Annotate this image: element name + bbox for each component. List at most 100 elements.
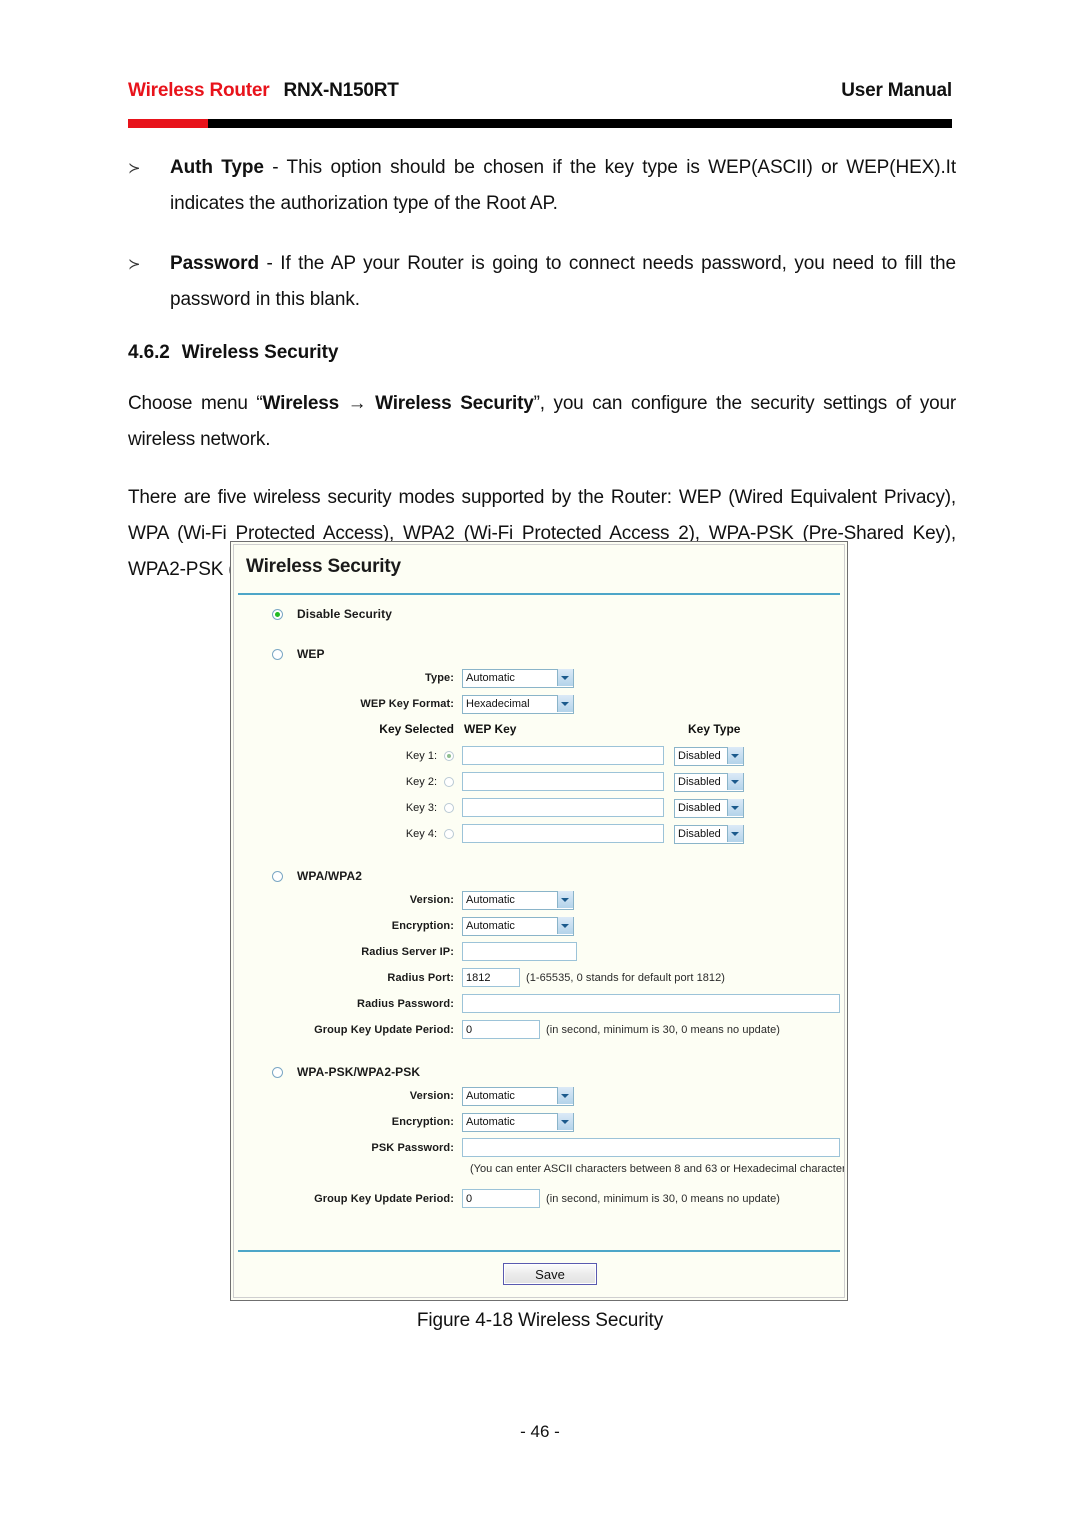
save-button[interactable]: Save (503, 1263, 597, 1285)
mode-row-wep[interactable]: WEP (234, 647, 844, 661)
section-heading: 4.6.2 Wireless Security (128, 342, 956, 364)
wep-key-row: Key 2: Disabled (234, 771, 844, 792)
header-doc-type: User Manual (841, 80, 952, 101)
field-row-radius-port: Radius Port: (1-65535, 0 stands for defa… (234, 967, 844, 988)
section-number: 4.6.2 (128, 342, 170, 363)
radio-cell-key-3[interactable] (444, 802, 462, 813)
save-button-area: Save (234, 1252, 844, 1297)
field-row-psk-version: Version: Automatic (234, 1085, 844, 1106)
mode-label-wpa: WPA/WPA2 (297, 869, 363, 883)
radio-key-3[interactable] (444, 802, 454, 813)
bullet-auth-type-text: Auth Type - This option should be chosen… (170, 150, 956, 222)
label-radius-port: Radius Port: (387, 971, 454, 984)
label-radius-server-ip: Radius Server IP: (361, 945, 454, 958)
router-ui-body: Disable Security WEP Type: Automatic WEP… (234, 595, 844, 1250)
radio-cell-key-1[interactable] (444, 750, 462, 761)
radio-wpa[interactable] (272, 870, 283, 882)
select-wpa-version[interactable]: Automatic (462, 890, 574, 910)
header-brand: Wireless Router (128, 80, 270, 101)
radio-key-4[interactable] (444, 828, 454, 839)
bullet-marker-icon: ≻ (128, 159, 141, 177)
select-wrap-key-type-4[interactable]: Disabled (674, 824, 744, 844)
bullet-password-text: Password - If the AP your Router is goin… (170, 246, 956, 318)
hint-radius-port: (1-65535, 0 stands for default port 1812… (526, 971, 725, 984)
bullet-auth-type: ≻ Auth Type - This option should be chos… (128, 150, 956, 222)
label-wep-type: Type: (424, 671, 454, 684)
label-psk-encryption: Encryption: (391, 1115, 454, 1128)
hint-wpa-group-key-update-period: (in second, minimum is 30, 0 means no up… (546, 1023, 780, 1036)
input-wep-key-1[interactable] (462, 746, 664, 766)
label-wpa-encryption: Encryption: (391, 919, 454, 932)
select-wrap-wep-key-format[interactable]: Hexadecimal (462, 694, 574, 714)
label-psk-version: Version: (409, 1089, 454, 1102)
input-radius-port[interactable] (462, 968, 520, 987)
select-wrap-wep-type[interactable]: Automatic (462, 668, 574, 688)
radio-cell-key-2[interactable] (444, 776, 462, 787)
radio-cell-key-4[interactable] (444, 828, 462, 839)
select-key-type-2[interactable]: Disabled (674, 772, 744, 792)
field-row-wpa-encryption: Encryption: Automatic (234, 915, 844, 936)
type-cell-key-2: Disabled (672, 772, 744, 792)
column-header-wep-key: WEP Key (464, 722, 517, 736)
input-wpa-group-key-update-period[interactable] (462, 1020, 540, 1039)
input-wep-key-2[interactable] (462, 772, 664, 792)
hint-psk-group-key-update-period: (in second, minimum is 30, 0 means no up… (546, 1192, 780, 1205)
select-wrap-wpa-encryption[interactable]: Automatic (462, 916, 574, 936)
select-wep-type[interactable]: Automatic (462, 668, 574, 688)
radio-key-2[interactable] (444, 776, 454, 787)
select-wpa-encryption[interactable]: Automatic (462, 916, 574, 936)
label-key-1: Key 1: (405, 749, 437, 762)
mode-row-disable-security[interactable]: Disable Security (234, 607, 844, 621)
mode-label-wpa-psk: WPA-PSK/WPA2-PSK (297, 1065, 421, 1079)
label-key-3: Key 3: (405, 801, 437, 814)
input-wep-key-4[interactable] (462, 824, 664, 844)
field-row-wep-type: Type: Automatic (234, 667, 844, 688)
select-wrap-psk-version[interactable]: Automatic (462, 1086, 574, 1106)
radio-wep[interactable] (272, 648, 283, 660)
select-wrap-key-type-1[interactable]: Disabled (674, 746, 744, 766)
input-cell-key-2 (462, 772, 672, 792)
select-key-type-4[interactable]: Disabled (674, 824, 744, 844)
select-key-type-3[interactable]: Disabled (674, 798, 744, 818)
mode-row-wpa-psk[interactable]: WPA-PSK/WPA2-PSK (234, 1065, 844, 1079)
input-cell-key-1 (462, 746, 672, 766)
input-cell-key-3 (462, 798, 672, 818)
bullet-password-body: - If the AP your Router is going to conn… (170, 253, 956, 310)
field-row-radius-server-ip: Radius Server IP: (234, 941, 844, 962)
select-psk-version[interactable]: Automatic (462, 1086, 574, 1106)
input-radius-password[interactable] (462, 994, 840, 1013)
type-cell-key-1: Disabled (672, 746, 744, 766)
field-row-wpa-version: Version: Automatic (234, 889, 844, 910)
type-cell-key-3: Disabled (672, 798, 744, 818)
wep-key-row: Key 1: Disabled (234, 745, 844, 766)
select-psk-encryption[interactable]: Automatic (462, 1112, 574, 1132)
mode-label-disable-security: Disable Security (297, 607, 392, 621)
select-wep-key-format[interactable]: Hexadecimal (462, 694, 574, 714)
radio-disable-security[interactable] (272, 608, 283, 620)
input-radius-server-ip[interactable] (462, 942, 577, 961)
figure-wireless-security: Wireless Security Disable Security WEP T… (230, 541, 848, 1301)
select-wrap-key-type-3[interactable]: Disabled (674, 798, 744, 818)
select-wrap-key-type-2[interactable]: Disabled (674, 772, 744, 792)
radio-key-1[interactable] (444, 750, 454, 761)
psk-password-hint-row: (You can enter ASCII characters between … (234, 1163, 844, 1183)
input-cell-key-4 (462, 824, 672, 844)
select-wrap-wpa-version[interactable]: Automatic (462, 890, 574, 910)
input-wep-key-3[interactable] (462, 798, 664, 818)
label-psk-group-key-update-period: Group Key Update Period: (314, 1192, 454, 1205)
label-wpa-version: Version: (409, 893, 454, 906)
input-psk-password[interactable] (462, 1138, 840, 1157)
page-header: Wireless Router RNX-N150RT User Manual (128, 80, 952, 108)
select-key-type-1[interactable]: Disabled (674, 746, 744, 766)
field-row-wpa-group-key: Group Key Update Period: (in second, min… (234, 1019, 844, 1040)
field-row-psk-password: PSK Password: (234, 1137, 844, 1158)
radio-wpa-psk[interactable] (272, 1066, 283, 1078)
select-wrap-psk-encryption[interactable]: Automatic (462, 1112, 574, 1132)
router-ui-panel: Wireless Security Disable Security WEP T… (230, 541, 848, 1301)
mode-row-wpa[interactable]: WPA/WPA2 (234, 869, 844, 883)
input-psk-group-key-update-period[interactable] (462, 1189, 540, 1208)
label-key-2: Key 2: (405, 775, 437, 788)
bullet-auth-type-term: Auth Type (170, 157, 264, 178)
